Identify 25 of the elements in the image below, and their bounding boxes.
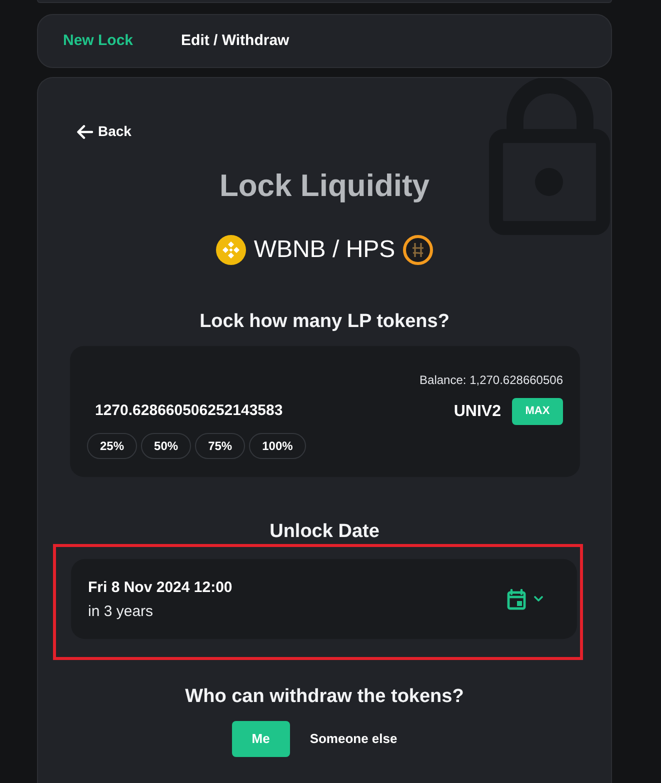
section-heading: Lock how many LP tokens? <box>200 310 450 334</box>
page-title: Lock Liquidity <box>219 167 430 205</box>
relative-time-text: in 3 years <box>88 602 154 620</box>
back-button[interactable]: Back <box>77 121 132 142</box>
tab[interactable]: Edit / Withdraw <box>181 30 290 52</box>
chevron-down-icon <box>534 596 543 602</box>
token-symbol: UNIV2 <box>454 402 501 422</box>
section-heading: Who can withdraw the tokens? <box>185 685 464 709</box>
tab[interactable]: New Lock <box>63 30 134 52</box>
arrow-left-icon <box>77 124 93 138</box>
date-picker[interactable]: Fri 8 Nov 2024 12:00 in 3 years <box>71 559 577 639</box>
section-heading: Unlock Date <box>270 521 380 543</box>
diamond-coin-icon <box>216 235 246 265</box>
amount-input[interactable]: 1270.628660506252143583 <box>87 400 347 423</box>
ring-coin-icon <box>403 235 434 265</box>
date-text: Fri 8 Nov 2024 12:00 <box>88 578 232 596</box>
percent-button[interactable]: 75% <box>195 433 246 459</box>
calendar-icon <box>507 588 526 610</box>
token-pair-text: WBNB / HPS <box>254 235 396 265</box>
percent-button[interactable]: 25% <box>87 433 138 459</box>
percent-button[interactable]: 50% <box>141 433 192 459</box>
option-button[interactable]: Someone else <box>290 721 418 757</box>
balance-text: Balance: 1,270.628660506 <box>420 372 563 388</box>
percent-button[interactable]: 100% <box>249 433 306 459</box>
padlock-icon <box>489 78 611 235</box>
